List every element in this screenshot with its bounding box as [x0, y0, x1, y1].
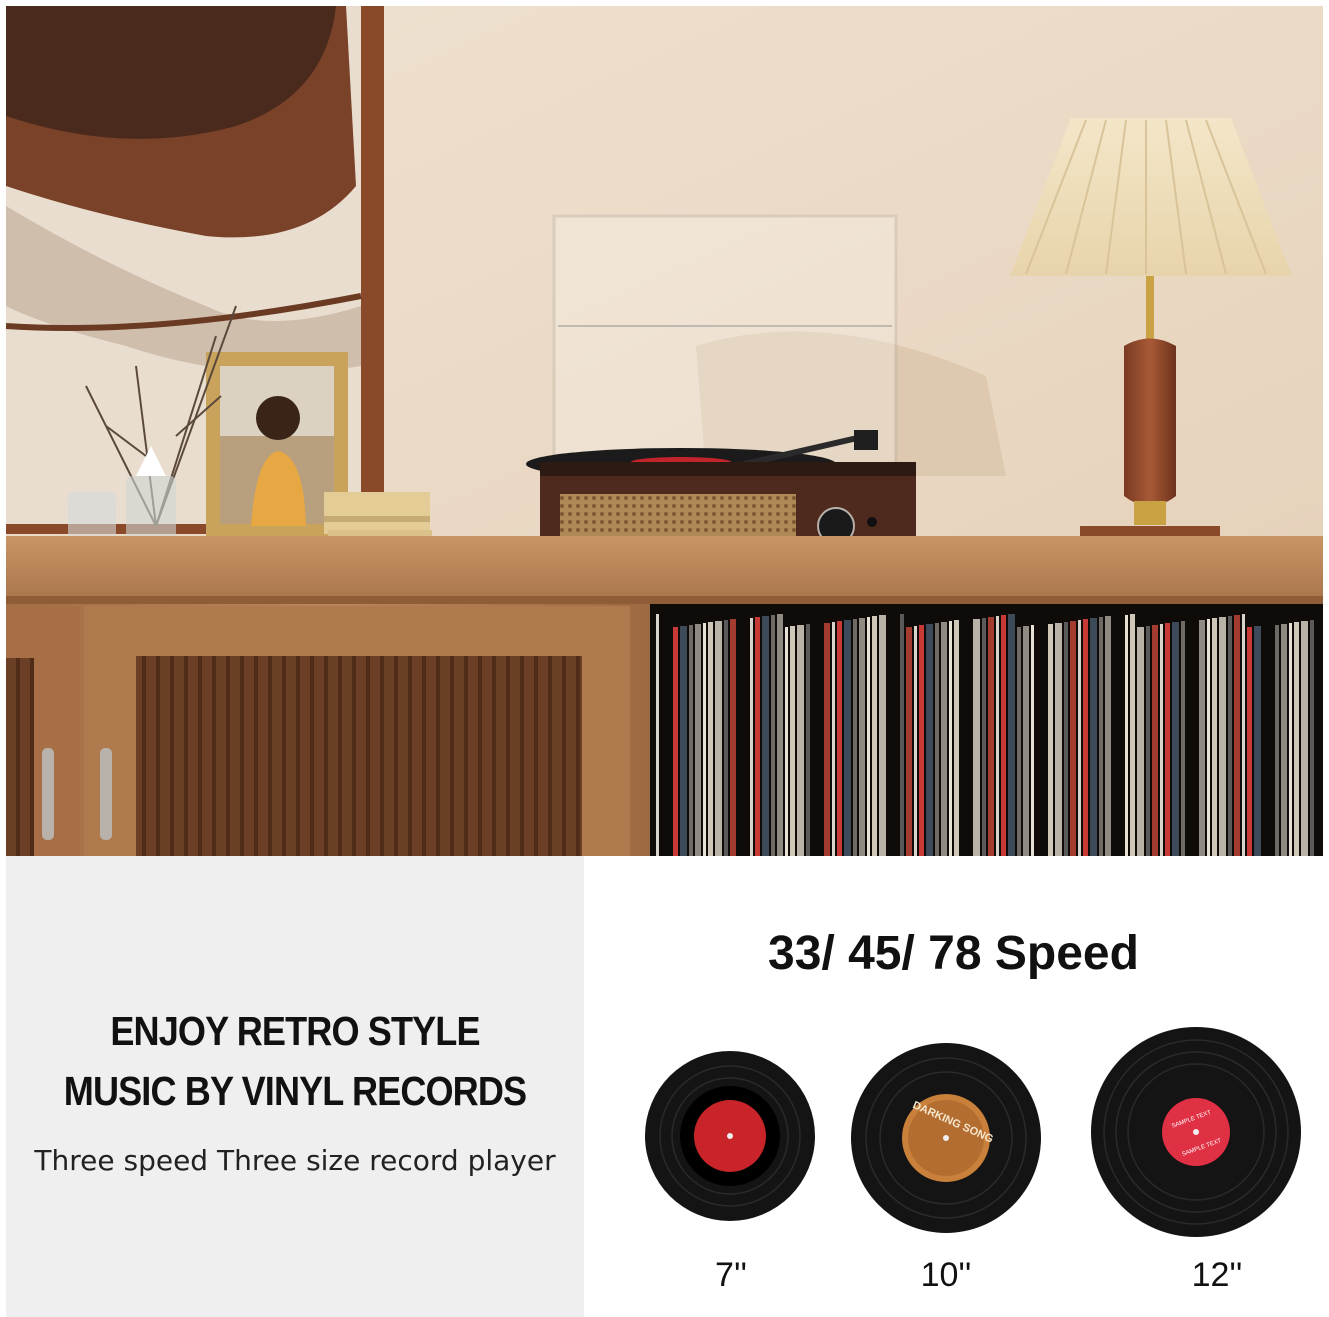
size-label-7: 7'' [715, 1256, 747, 1294]
size-label-12: 12'' [1191, 1256, 1243, 1294]
size-label-10: 10'' [920, 1256, 972, 1294]
record-7-inch [645, 1051, 815, 1221]
product-lifestyle-photo [6, 6, 1323, 856]
speed-title: 33/ 45/ 78 Speed [768, 927, 1139, 980]
headline-line-1: ENJOY RETRO STYLE [110, 1008, 480, 1054]
headline-line-2: MUSIC BY VINYL RECORDS [63, 1068, 527, 1114]
record-10-inch: DARKING SONG [851, 1043, 1041, 1233]
headline-subtitle: Three speed Three size record player [34, 1144, 556, 1177]
speed-size-panel: 33/ 45/ 78 Speed DARKING SONG SAMPLE TEX… [584, 856, 1323, 1317]
record-12-inch: SAMPLE TEXT SAMPLE TEXT [1091, 1027, 1301, 1237]
feature-text-panel: ENJOY RETRO STYLE MUSIC BY VINYL RECORDS… [6, 856, 584, 1317]
